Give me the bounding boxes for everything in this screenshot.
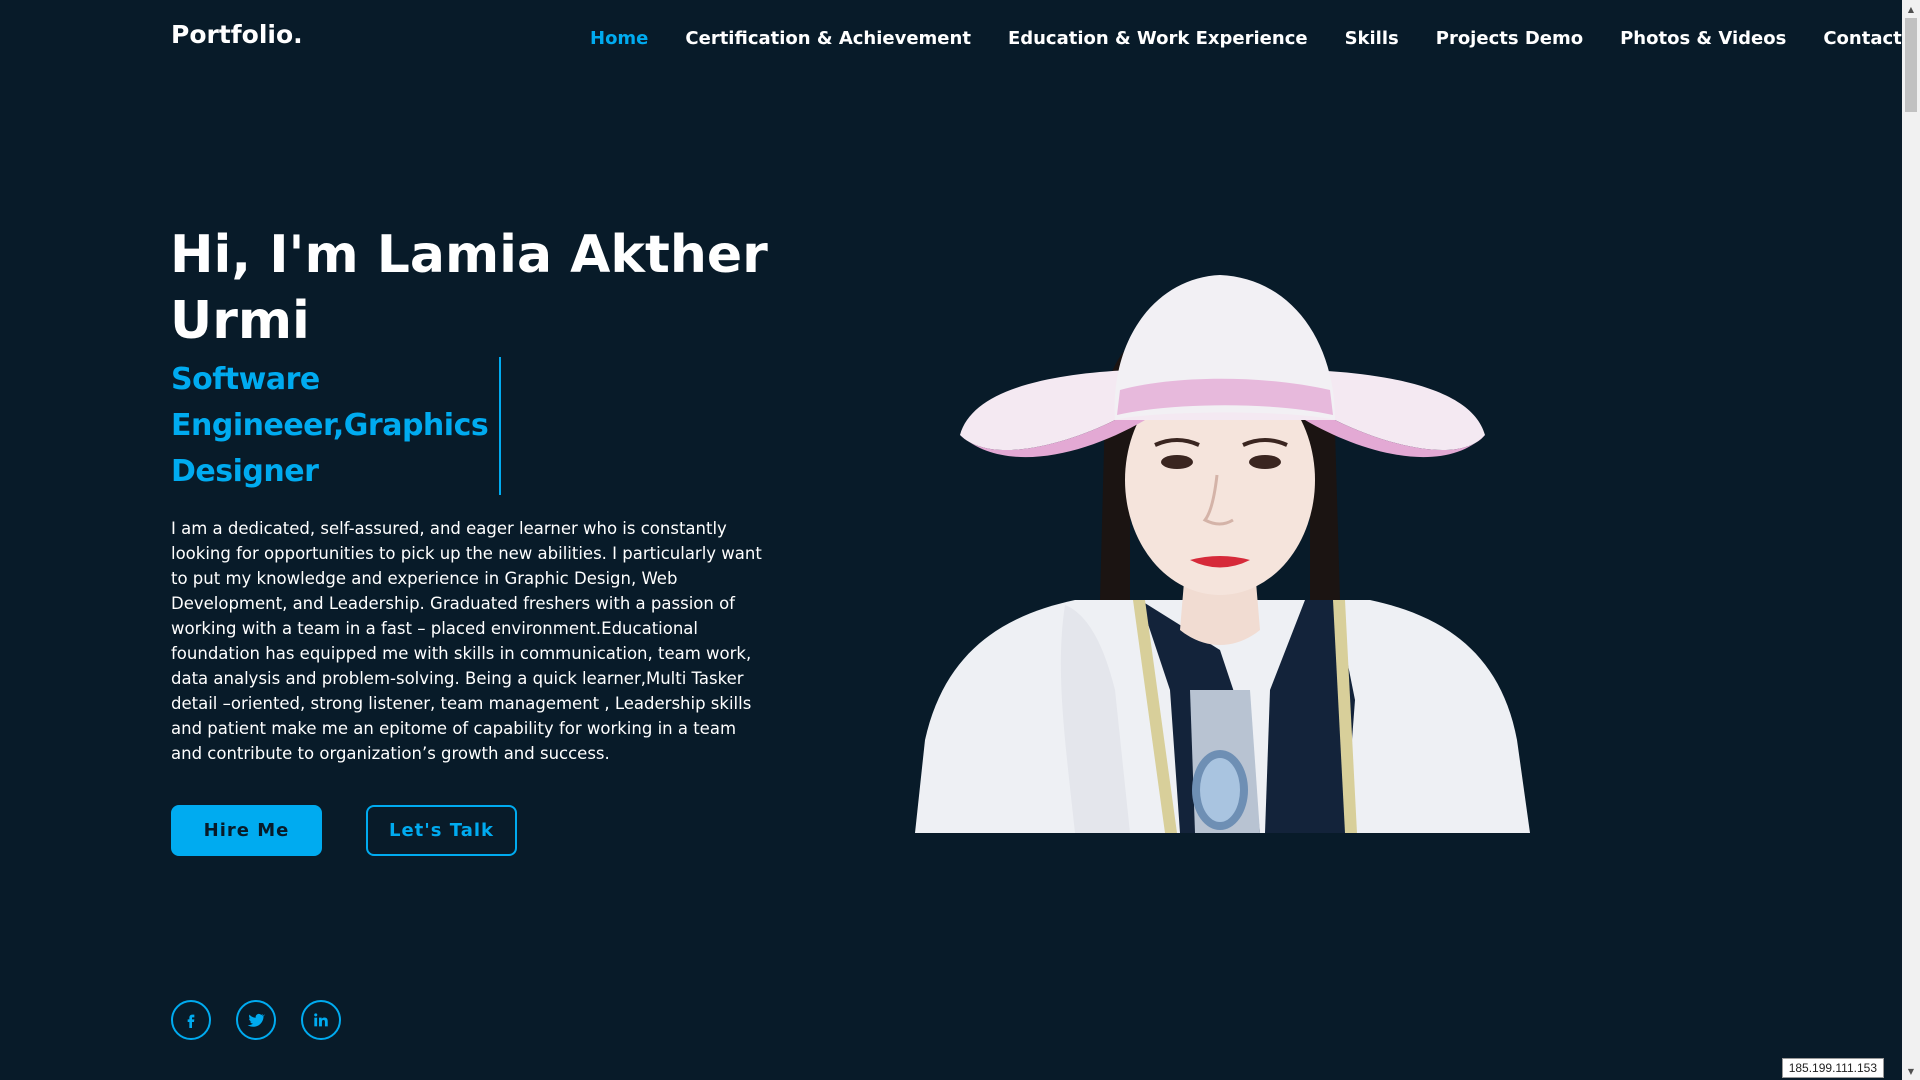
hero-title: Hi, I'm Lamia Akther Urmi bbox=[170, 225, 768, 351]
scroll-thumb[interactable] bbox=[1905, 18, 1917, 112]
nav-photos-videos[interactable]: Photos & Videos bbox=[1620, 28, 1786, 49]
site-header: Portfolio. Home Certification & Achievem… bbox=[0, 0, 1902, 78]
nav-home[interactable]: Home bbox=[590, 28, 648, 49]
page-scrollbar[interactable]: ▲ ▼ bbox=[1902, 0, 1920, 1080]
facebook-icon bbox=[187, 1014, 195, 1028]
social-links bbox=[171, 1000, 341, 1040]
portfolio-page: Portfolio. Home Certification & Achievem… bbox=[0, 0, 1920, 1080]
scroll-down-icon[interactable]: ▼ bbox=[1902, 1062, 1920, 1080]
facebook-link[interactable] bbox=[171, 1000, 211, 1040]
linkedin-icon bbox=[314, 1013, 328, 1027]
twitter-link[interactable] bbox=[236, 1000, 276, 1040]
lets-talk-button[interactable]: Let's Talk bbox=[366, 805, 517, 856]
profile-photo bbox=[915, 275, 1530, 833]
twitter-icon bbox=[247, 1013, 265, 1027]
nav-skills[interactable]: Skills bbox=[1345, 28, 1399, 49]
bio-paragraph: I am a dedicated, self-assured, and eage… bbox=[171, 519, 762, 763]
nav-education-work-experience[interactable]: Education & Work Experience bbox=[1008, 28, 1308, 49]
ip-address-badge: 185.199.111.153 bbox=[1781, 1058, 1884, 1078]
main-nav: Home Certification & Achievement Educati… bbox=[590, 28, 1902, 49]
nav-projects-demo[interactable]: Projects Demo bbox=[1436, 28, 1583, 49]
nav-contact[interactable]: Contact bbox=[1823, 28, 1901, 49]
site-logo[interactable]: Portfolio. bbox=[171, 20, 303, 49]
nav-certification-achievement[interactable]: Certification & Achievement bbox=[685, 28, 971, 49]
role-typing-box: Software Engineeer,Graphics Designer bbox=[171, 357, 501, 495]
role-text: Software Engineeer,Graphics Designer bbox=[171, 362, 489, 489]
scroll-up-icon[interactable]: ▲ bbox=[1902, 0, 1920, 18]
hire-me-button[interactable]: Hire Me bbox=[171, 805, 322, 856]
linkedin-link[interactable] bbox=[301, 1000, 341, 1040]
